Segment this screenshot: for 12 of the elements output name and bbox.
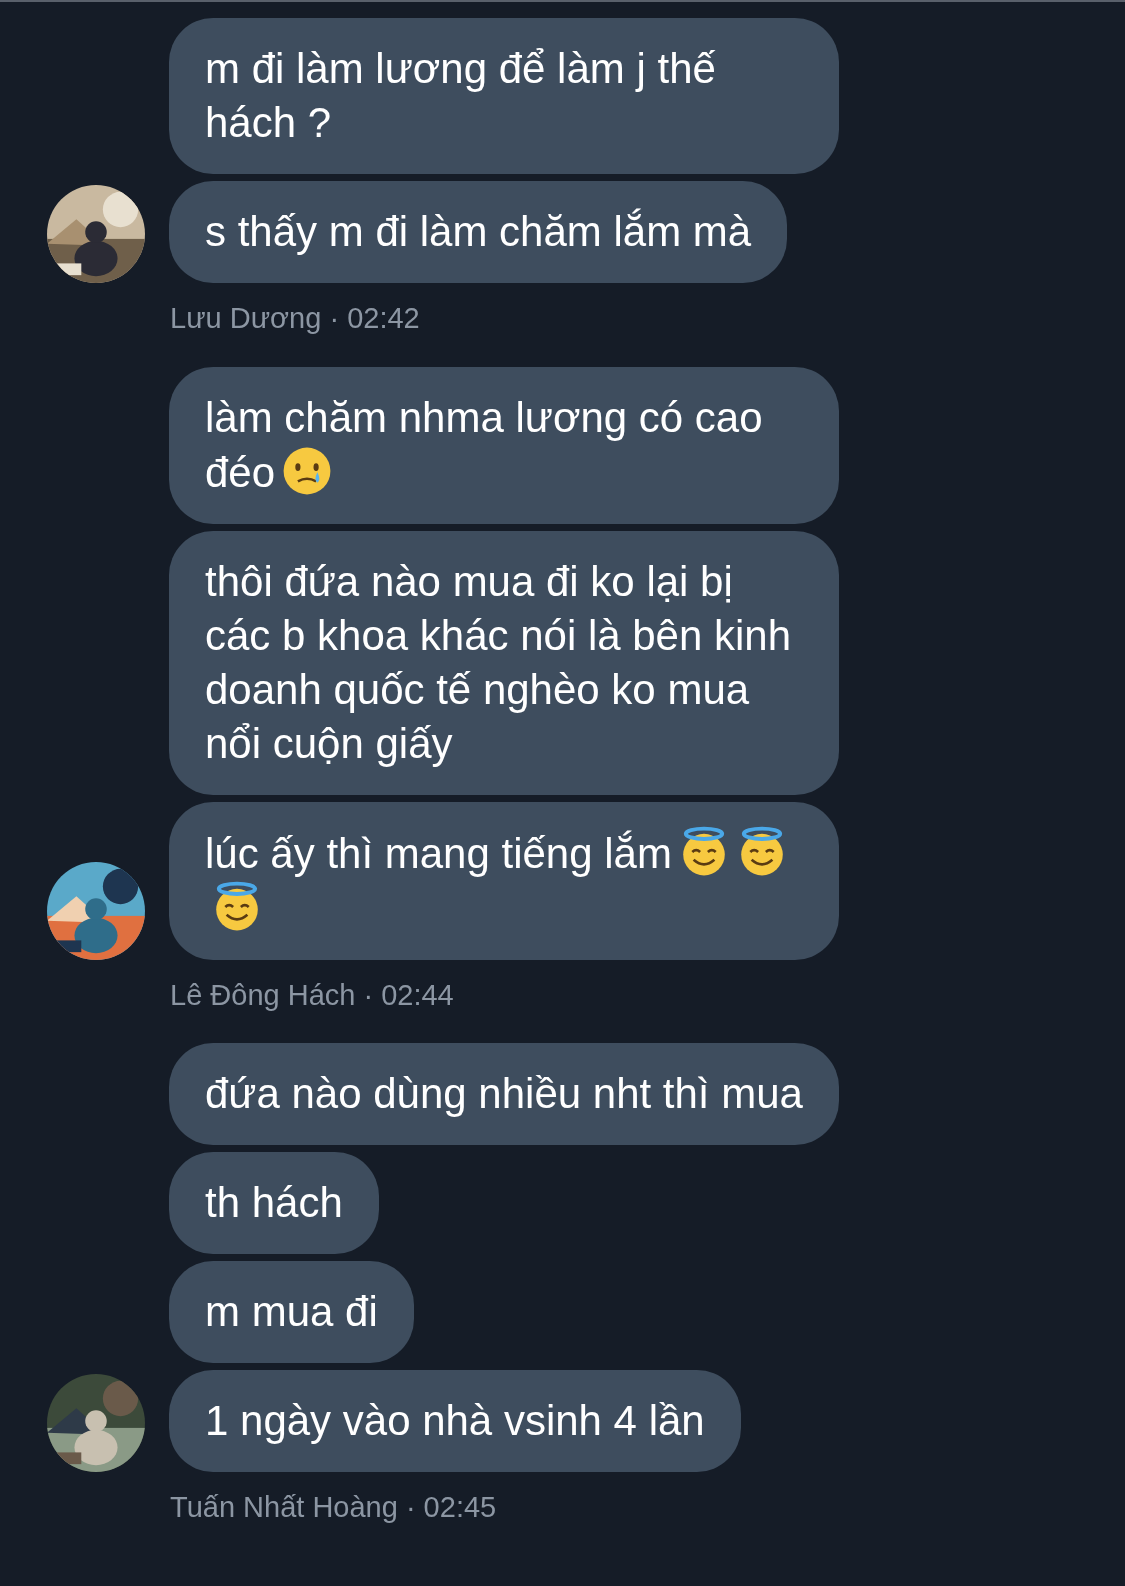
message-bubble: m mua đi — [169, 1261, 414, 1363]
message-bubble: th hách — [169, 1152, 379, 1254]
message-bubble: s thấy m đi làm chăm lắm mà — [169, 181, 788, 283]
sender-time: Lê Đông Hách · 02:44 — [170, 977, 455, 1013]
sender-time: Lưu Dương · 02:42 — [170, 301, 421, 336]
message-bubble: lúc ấy thì mang tiếng lắm — [169, 801, 839, 960]
message-bubble: m đi làm lương để làm j thế hách ? — [169, 18, 839, 174]
message-bubble: 1 ngày vào nhà vsinh 4 lần — [169, 1370, 741, 1472]
sender-time: Tuấn Nhất Hoàng · 02:45 — [170, 1490, 498, 1525]
message-bubble: thôi đứa nào mua đi ko lại bị các b khoa khác nói là bên kinh doanh quốc tế nghèo ko mua nổi cuộn giấy — [169, 530, 839, 795]
message-bubble: đứa nào dùng nhiều nht thì mua — [169, 1043, 839, 1145]
message-bubble: làm chăm nhma lương có cao đéo — [169, 366, 839, 524]
